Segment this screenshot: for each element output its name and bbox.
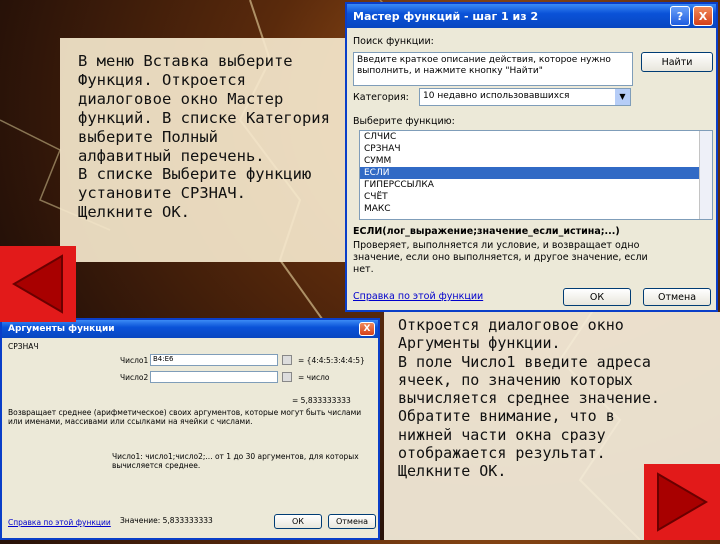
collapse-icon[interactable] [282,355,292,365]
args-title: Аргументы функции [8,324,115,334]
collapse-icon[interactable] [282,372,292,382]
category-label: Категория: [353,92,409,103]
args-description: Возвращает среднее (арифметическое) свои… [8,408,362,426]
function-list[interactable]: СЛЧИС СРЗНАЧ СУММ ЕСЛИ ГИПЕРССЫЛКА СЧЁТ … [359,130,713,220]
arg2-input[interactable] [150,371,278,383]
note-line: Щелкните ОК. [78,203,190,222]
note-line: Откроется диалоговое окно [398,316,624,334]
find-button[interactable]: Найти [641,52,713,72]
close-button[interactable]: X [693,6,713,26]
list-item[interactable]: МАКС [360,203,712,215]
note-line: выберите Полный [78,127,218,146]
search-input[interactable]: Введите краткое описание действия, котор… [353,52,633,86]
note-line: В меню Вставка выберите [78,52,293,70]
function-description: Проверяет, выполняется ли условие, и воз… [353,240,648,275]
function-arguments-dialog: Аргументы функции X СРЗНАЧ Число1 B4:E6 … [0,318,380,540]
cancel-button[interactable]: Отмена [643,288,711,306]
note-line: алфавитный перечень. [78,146,265,165]
arg1-result: = {4:4:5:3:4:4:5} [298,356,365,365]
note-line: отображается результат. [398,444,606,463]
function-signature: ЕСЛИ(лог_выражение;значение_если_истина;… [353,226,620,237]
help-link[interactable]: Справка по этой функции [353,291,483,302]
wizard-title: Мастер функций - шаг 1 из 2 [353,9,539,23]
right-triangle-icon [657,472,708,532]
note-line: Обратите внимание, что в [398,407,615,426]
list-item[interactable]: СЛЧИС [360,131,712,143]
note-line: ячеек, по значению которых [398,370,633,389]
note-line: Функция. Откроется [78,70,246,89]
left-triangle-icon [12,254,63,314]
args-titlebar: Аргументы функции X [2,320,378,338]
category-value: 10 недавно использовавшихся [423,91,570,101]
arg-description: Число1: число1;число2;... от 1 до 30 арг… [112,452,359,470]
list-item[interactable]: СРЗНАЧ [360,143,712,155]
ok-button[interactable]: ОК [563,288,631,306]
help-link[interactable]: Справка по этой функции [8,518,111,527]
note-line: вычисляется среднее значение. [398,389,660,408]
instruction-note-1: В меню Вставка выберите Функция. Откроет… [60,38,346,262]
note-line: нижней части окна сразу [398,425,606,444]
total-result: = 5,833333333 [292,396,351,405]
arg2-label: Число2 [120,373,149,382]
chevron-down-icon[interactable]: ▼ [615,89,630,105]
scrollbar[interactable] [699,131,712,219]
select-function-label: Выберите функцию: [353,116,455,127]
note-line: диалоговое окно Мастер [78,89,284,108]
prev-slide-button[interactable] [0,246,76,322]
close-button[interactable]: X [359,322,375,336]
value-label: Значение: 5,833333333 [120,516,213,525]
arg1-label: Число1 [120,356,149,365]
ok-button[interactable]: ОК [274,514,322,529]
arg1-input[interactable]: B4:E6 [150,354,278,366]
help-button[interactable]: ? [670,6,690,26]
function-name: СРЗНАЧ [8,342,39,351]
note-line: В списке Выберите функцию [78,165,312,184]
category-select[interactable]: 10 недавно использовавшихся ▼ [419,88,631,106]
list-item[interactable]: СУММ [360,155,712,167]
search-label: Поиск функции: [353,36,434,47]
list-item[interactable]: ГИПЕРССЫЛКА [360,179,712,191]
arg2-result: = число [298,373,330,382]
list-item-selected[interactable]: ЕСЛИ [360,167,712,179]
next-slide-button[interactable] [644,464,720,540]
cancel-button[interactable]: Отмена [328,514,376,529]
wizard-titlebar: Мастер функций - шаг 1 из 2 ? X [347,4,716,28]
note-line: В поле Число1 введите адреса [398,352,651,371]
note-line: функций. В списке Категория [78,108,330,127]
note-line: установите СРЗНАЧ. [78,184,246,203]
note-line: Аргументы функции. [398,334,561,353]
list-item[interactable]: СЧЁТ [360,191,712,203]
function-wizard-dialog: Мастер функций - шаг 1 из 2 ? X Поиск фу… [345,2,718,312]
